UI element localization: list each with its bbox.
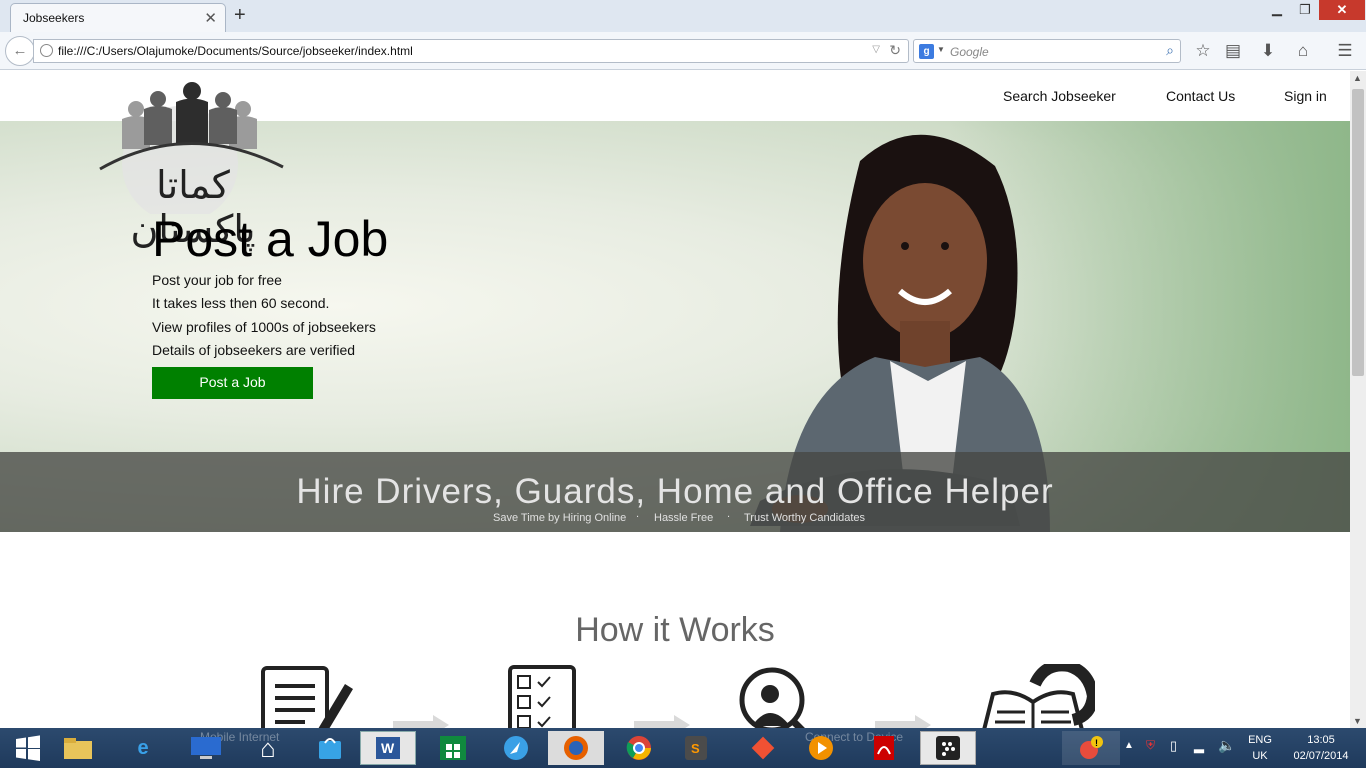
git-icon[interactable] [735,731,791,765]
profile-search-icon [739,667,805,728]
windows-taskbar: Mobile Internet Connect to Device e ⌂ W … [0,728,1366,768]
store-bag-icon[interactable] [302,731,358,765]
hire-point: Save Time by Hiring Online [493,512,627,524]
acrobat-icon[interactable] [856,731,912,765]
hero-line: View profiles of 1000s of jobseekers [152,319,376,335]
tab-title: Jobseekers [23,11,85,25]
word-icon[interactable]: W [360,731,416,765]
separator-dot: . [727,508,731,520]
chevron-down-icon[interactable]: ▼ [937,45,945,54]
safari-icon[interactable] [488,731,544,765]
scroll-up-icon[interactable]: ▲ [1353,73,1362,83]
battery-icon[interactable]: ▯ [1170,738,1177,754]
how-it-works-title: How it Works [575,611,775,649]
scroll-down-icon[interactable]: ▼ [1353,716,1362,726]
network-alert-icon[interactable]: ! [1062,731,1120,765]
new-tab-button[interactable]: + [234,4,246,27]
show-hidden-icons-icon[interactable]: ▲ [1124,740,1134,751]
arrow-right-icon [875,715,931,728]
svg-text:!: ! [1095,738,1098,748]
internet-explorer-icon[interactable]: e [115,731,171,765]
browser-navigation-bar: ← file:///C:/Users/Olajumoke/Documents/S… [0,32,1366,70]
nav-search-jobseeker[interactable]: Search Jobseeker [1003,88,1116,104]
windows-store-icon[interactable] [425,731,481,765]
clock-date[interactable]: 02/07/2014 [1286,750,1356,762]
arrow-right-icon [634,715,690,728]
hero-line: Details of jobseekers are verified [152,342,356,358]
svg-text:W: W [381,740,395,756]
hero-title: Post a Job [152,211,389,267]
blackberry-icon[interactable] [920,731,976,765]
address-bar[interactable]: file:///C:/Users/Olajumoke/Documents/Sou… [33,39,909,63]
back-arrow-icon[interactable]: ← [5,36,35,66]
browser-tab[interactable]: Jobseekers ✕ [10,3,226,32]
hero-line: Post your job for free [152,272,282,288]
language-indicator[interactable]: ENG [1246,734,1274,746]
separator-dot: . [636,508,640,520]
search-box[interactable]: g ▼ Google ⌕ [913,39,1181,63]
phone-book-icon [982,664,1095,728]
signal-strength-icon[interactable]: ▂ [1194,738,1204,754]
minimize-button[interactable]: ▁ [1264,1,1290,21]
file-explorer-icon[interactable] [50,731,106,765]
maximize-button[interactable]: ❐ [1292,2,1318,22]
lenovo-icon[interactable] [178,731,234,765]
post-a-job-button[interactable]: Post a Job [152,367,313,399]
chrome-icon[interactable] [611,731,667,765]
download-icon[interactable]: ⬇ [1257,41,1279,61]
web-page: Search Jobseeker Contact Us Sign in کمات… [0,71,1350,728]
scrollbar-thumb[interactable] [1352,89,1364,376]
home-icon[interactable]: ⌂ [1292,41,1314,61]
sublime-text-icon[interactable]: S [668,731,724,765]
arrow-right-icon [393,715,449,728]
search-icon[interactable]: ⌕ [1166,42,1174,59]
search-engine-icon[interactable]: g [919,44,934,59]
search-input[interactable]: Google [950,45,989,59]
hire-point: Trust Worthy Candidates [744,512,866,524]
clock-time[interactable]: 13:05 [1286,734,1356,746]
hire-title: Hire Drivers, Guards, Home and Office He… [296,472,1054,511]
home-icon[interactable]: ⌂ [240,731,296,765]
language-region[interactable]: UK [1246,750,1274,762]
close-window-button[interactable]: ✕ [1319,0,1365,20]
svg-text:S: S [691,741,700,756]
menu-icon[interactable]: ☰ [1334,41,1356,61]
url-history-dropdown-icon[interactable]: ▽ [872,44,880,55]
bookmark-star-icon[interactable]: ☆ [1192,41,1214,61]
media-player-icon[interactable] [793,731,849,765]
firefox-icon[interactable] [548,731,604,765]
volume-icon[interactable]: 🔈 [1218,737,1235,754]
page-scrollbar[interactable]: ▲ ▼ [1350,71,1366,728]
tab-close-icon[interactable]: ✕ [204,9,217,27]
reload-icon[interactable]: ↻ [889,42,901,59]
start-icon[interactable] [0,731,56,765]
globe-icon [40,44,53,57]
checklist-icon [508,665,576,728]
hire-banner: Hire Drivers, Guards, Home and Office He… [0,452,1350,532]
url-text[interactable]: file:///C:/Users/Olajumoke/Documents/Sou… [58,44,413,58]
form-edit-icon [261,666,353,728]
nav-contact-us[interactable]: Contact Us [1166,88,1235,104]
mcafee-icon[interactable]: ⛨ [1146,738,1155,753]
hero-line: It takes less then 60 second. [152,295,330,311]
reading-list-icon[interactable]: ▤ [1222,41,1244,61]
nav-sign-in[interactable]: Sign in [1284,88,1327,104]
browser-tab-bar: Jobseekers ✕ + ▁ ❐ ✕ [0,0,1366,32]
hire-point: Hassle Free [654,512,714,524]
